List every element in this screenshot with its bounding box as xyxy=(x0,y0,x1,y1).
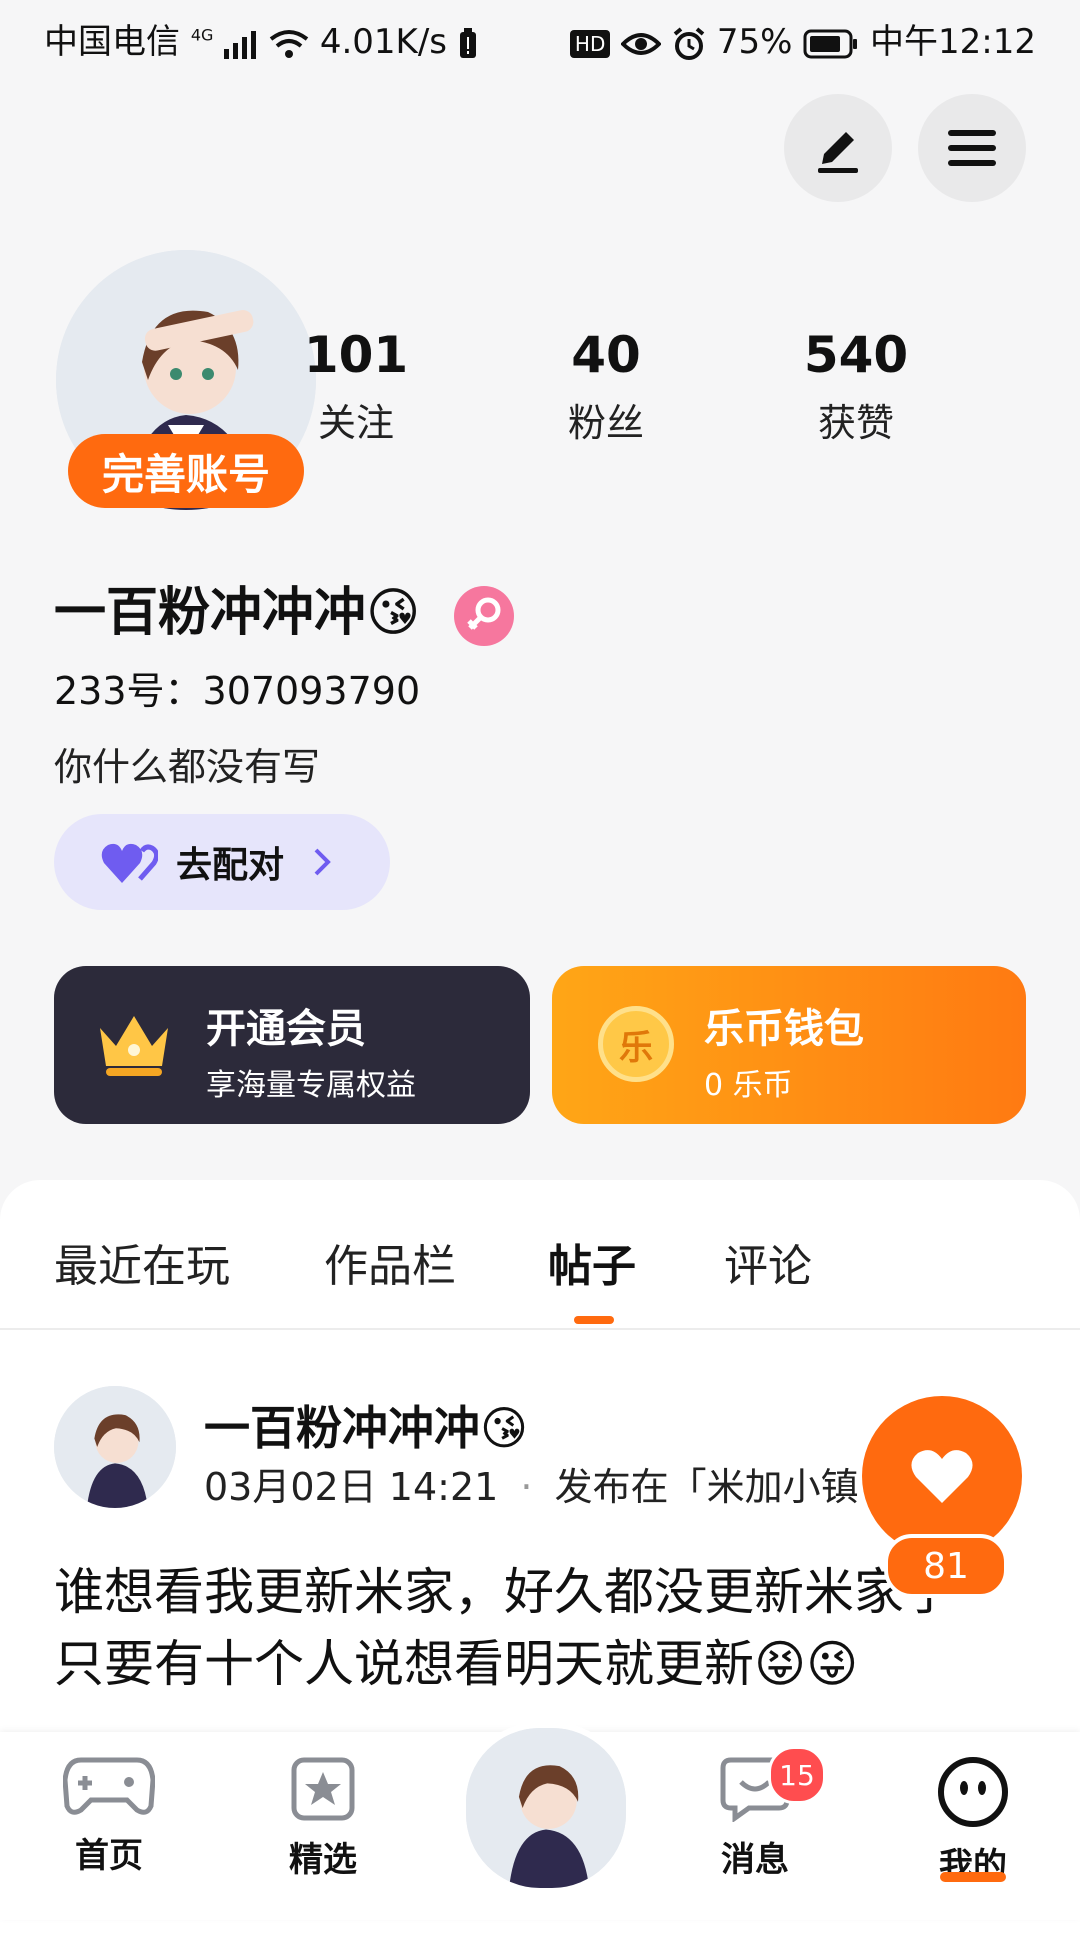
female-icon xyxy=(454,586,515,646)
tab-posts[interactable]: 帖子 xyxy=(548,1230,636,1294)
like-count: 81 xyxy=(884,1534,1008,1598)
wallet-subtitle: 0 乐币 xyxy=(704,1068,793,1103)
wifi-icon xyxy=(269,29,309,58)
like-button[interactable] xyxy=(862,1396,1022,1556)
post-author-name[interactable]: 一百粉冲冲冲😘 xyxy=(204,1392,528,1458)
nav-home-label: 首页 xyxy=(75,1836,143,1876)
chevron-right-icon xyxy=(314,848,331,876)
following-label: 关注 xyxy=(317,401,394,445)
tabs-divider xyxy=(0,1328,1080,1330)
nav-mine[interactable]: 我的 xyxy=(898,1756,1048,1887)
vip-title: 开通会员 xyxy=(206,1006,366,1052)
nav-messages-label: 消息 xyxy=(721,1840,789,1880)
battery-percent: 75% xyxy=(716,22,793,62)
status-left: 中国电信 4G 4.01K/s xyxy=(44,14,478,63)
following-count: 101 xyxy=(303,326,409,384)
edit-button[interactable] xyxy=(784,94,892,202)
anime-avatar-image xyxy=(54,1386,176,1508)
nav-home[interactable]: 首页 xyxy=(34,1756,184,1877)
vip-subtitle: 享海量专属权益 xyxy=(206,1068,416,1103)
star-bookmark-icon xyxy=(291,1757,355,1821)
fans-count: 40 xyxy=(571,326,641,384)
face-icon xyxy=(938,1757,1008,1827)
stat-fans[interactable]: 40 粉丝 xyxy=(516,326,696,447)
hd-badge: HD xyxy=(569,29,611,58)
post-date: 03月02日 14:21 xyxy=(204,1465,499,1509)
user-bio: 你什么都没有写 xyxy=(54,745,321,789)
tab-recently-played[interactable]: 最近在玩 xyxy=(54,1230,230,1294)
post-meta: 03月02日 14:21 · 发布在「米加小镇 xyxy=(204,1456,859,1511)
battery-icon xyxy=(803,29,858,58)
messages-badge: 15 xyxy=(768,1746,826,1804)
post-author-avatar[interactable] xyxy=(54,1386,176,1508)
match-label: 去配对 xyxy=(176,845,285,886)
net-speed: 4.01K/s xyxy=(319,22,447,62)
nav-center-avatar[interactable] xyxy=(460,1722,632,1894)
post-text-line-2: 只要有十个人说想看明天就更新😝😜 xyxy=(54,1635,859,1693)
stat-following[interactable]: 101 关注 xyxy=(266,326,446,447)
post-published-in[interactable]: 发布在「米加小镇 xyxy=(555,1465,859,1509)
stat-likes[interactable]: 540 获赞 xyxy=(766,326,946,447)
tab-works[interactable]: 作品栏 xyxy=(324,1230,456,1294)
carrier-label: 中国电信 xyxy=(44,22,180,62)
meta-separator: · xyxy=(520,1465,533,1509)
anime-avatar-image xyxy=(466,1728,626,1888)
active-tab-indicator xyxy=(574,1316,614,1324)
wallet-title: 乐币钱包 xyxy=(704,1006,864,1052)
username: 一百粉冲冲冲😘 xyxy=(54,570,515,646)
heart-icon xyxy=(911,1450,973,1503)
clock: 中午12:12 xyxy=(870,22,1036,62)
heart-pair-icon xyxy=(101,843,158,883)
coin-icon: 乐 xyxy=(598,1006,674,1082)
crown-icon xyxy=(100,1016,168,1076)
wallet-card[interactable]: 乐 乐币钱包 0 乐币 xyxy=(552,966,1026,1124)
alarm-icon xyxy=(673,26,705,60)
match-button[interactable]: 去配对 xyxy=(54,814,390,910)
eye-icon xyxy=(621,32,662,55)
tab-comments[interactable]: 评论 xyxy=(724,1230,812,1294)
net-type: 4G xyxy=(190,25,214,45)
signal-icon xyxy=(224,30,257,59)
battery-alert-icon xyxy=(459,27,476,58)
likes-label: 获赞 xyxy=(817,401,894,445)
status-right: HD 75% 中午12:12 xyxy=(569,14,1036,63)
fans-label: 粉丝 xyxy=(567,401,644,445)
nav-featured-label: 精选 xyxy=(289,1840,357,1880)
nav-featured[interactable]: 精选 xyxy=(248,1756,398,1881)
status-bar: 中国电信 4G 4.01K/s HD 75% 中午12:12 xyxy=(0,0,1080,80)
user-id: 233号：307093790 xyxy=(54,669,421,713)
nav-mine-indicator xyxy=(940,1872,1006,1882)
gamepad-icon xyxy=(62,1757,156,1815)
menu-icon xyxy=(948,130,996,166)
username-text: 一百粉冲冲冲😘 xyxy=(54,583,421,643)
menu-button[interactable] xyxy=(918,94,1026,202)
likes-count: 540 xyxy=(803,326,909,384)
vip-card[interactable]: 开通会员 享海量专属权益 xyxy=(54,966,530,1124)
edit-icon xyxy=(818,132,858,173)
